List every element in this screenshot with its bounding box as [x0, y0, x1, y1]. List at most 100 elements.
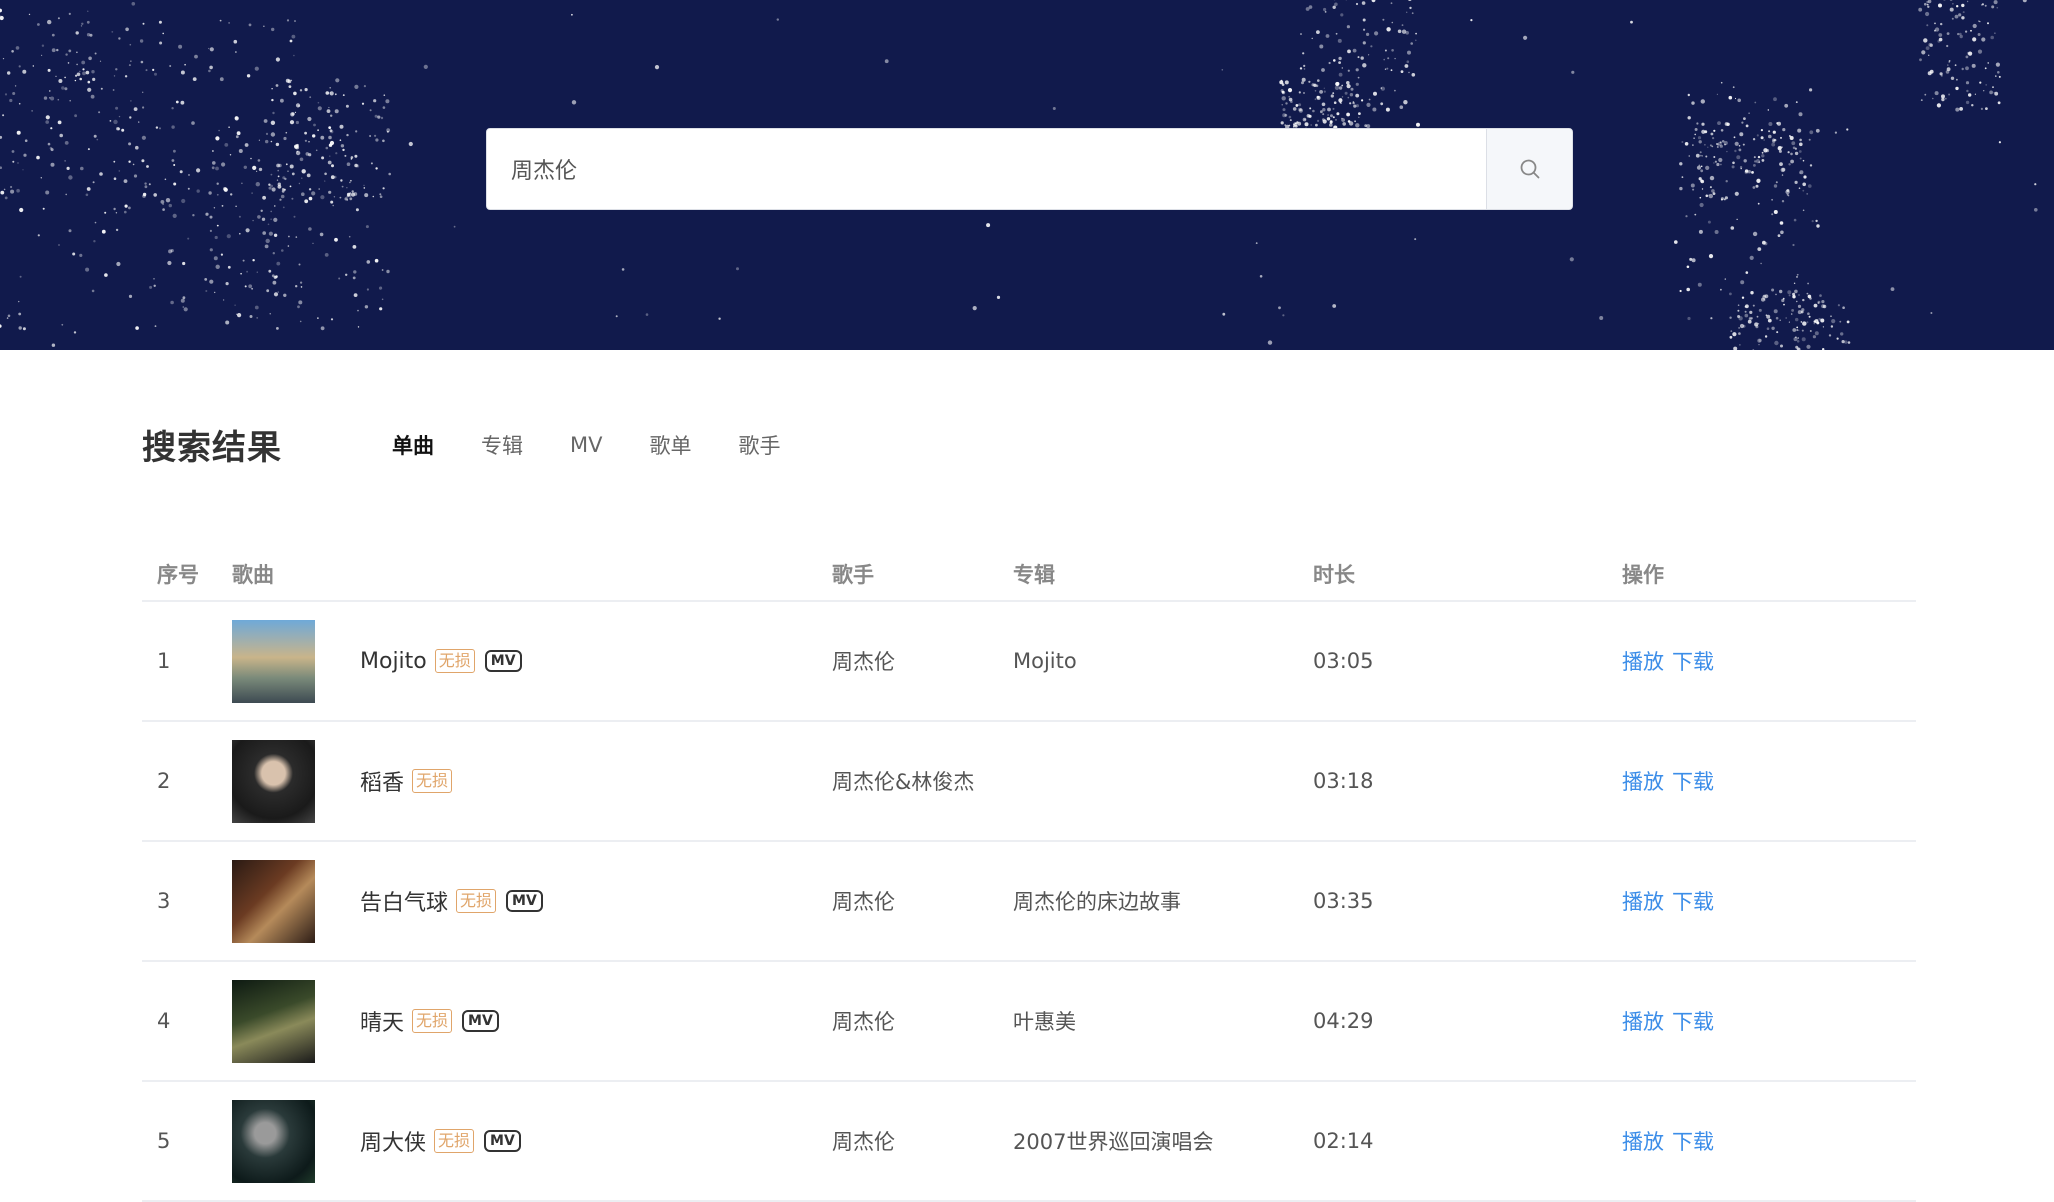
tab-playlists[interactable]: 歌单: [649, 430, 691, 460]
star-dot: [224, 143, 228, 147]
row-singer[interactable]: 周杰伦: [832, 1126, 1013, 1156]
star-dot: [1928, 55, 1929, 56]
play-link[interactable]: 播放: [1622, 1130, 1664, 1154]
mv-badge[interactable]: MV: [462, 1010, 499, 1032]
star-dot: [1732, 162, 1735, 165]
star-dot: [1339, 73, 1343, 77]
table-row[interactable]: 5 周大侠 无损 MV 周杰伦 2007世界巡回演唱会 02:14 播放下载: [142, 1082, 1916, 1202]
star-dot: [1732, 332, 1736, 336]
tab-mv[interactable]: MV: [570, 433, 602, 457]
download-link[interactable]: 下载: [1672, 770, 1714, 794]
star-dot: [335, 78, 339, 82]
lossless-badge: 无损: [412, 1009, 452, 1033]
play-link[interactable]: 播放: [1622, 770, 1664, 794]
star-dot: [153, 278, 155, 280]
row-album[interactable]: 周杰伦的床边故事: [1013, 886, 1313, 916]
star-dot: [1699, 230, 1703, 234]
play-link[interactable]: 播放: [1622, 1010, 1664, 1034]
star-dot: [1972, 64, 1976, 68]
search-button[interactable]: [1486, 129, 1572, 209]
star-dot: [371, 162, 373, 164]
download-link[interactable]: 下载: [1672, 890, 1714, 914]
star-dot: [1302, 52, 1304, 54]
song-title[interactable]: 告白气球: [360, 885, 448, 917]
star-dot: [318, 188, 320, 190]
mv-badge[interactable]: MV: [484, 1130, 521, 1152]
star-dot: [1788, 151, 1790, 153]
star-dot: [367, 288, 369, 290]
star-dot: [1334, 101, 1337, 104]
mv-badge[interactable]: MV: [506, 890, 543, 912]
star-dot: [1999, 141, 2001, 143]
star-dot: [1739, 149, 1742, 152]
mv-badge[interactable]: MV: [485, 650, 522, 672]
star-dot: [1802, 183, 1806, 187]
tab-albums[interactable]: 专辑: [481, 430, 523, 460]
star-dot: [192, 214, 194, 216]
row-album[interactable]: 叶惠美: [1013, 1006, 1313, 1036]
star-dot: [1803, 210, 1805, 212]
star-dot: [1307, 114, 1311, 118]
row-singer[interactable]: 周杰伦&林俊杰: [832, 766, 1013, 796]
album-cover[interactable]: [232, 980, 315, 1063]
song-title[interactable]: 周大侠: [360, 1125, 426, 1157]
star-dot: [58, 17, 60, 19]
album-cover[interactable]: [232, 860, 315, 943]
star-dot: [1688, 116, 1691, 119]
star-dot: [116, 229, 118, 231]
star-dot: [12, 92, 15, 95]
star-dot: [1771, 289, 1774, 292]
table-row[interactable]: 3 告白气球 无损 MV 周杰伦 周杰伦的床边故事 03:35 播放下载: [142, 842, 1916, 962]
header-ops: 操作: [1622, 559, 1916, 589]
download-link[interactable]: 下载: [1672, 1010, 1714, 1034]
star-dot: [278, 291, 279, 292]
star-dot: [1733, 347, 1737, 350]
row-song: 晴天 无损 MV: [232, 980, 832, 1063]
row-singer[interactable]: 周杰伦: [832, 1006, 1013, 1036]
download-link[interactable]: 下载: [1672, 1130, 1714, 1154]
star-dot: [104, 212, 106, 214]
star-dot: [228, 126, 230, 128]
star-dot: [235, 116, 238, 119]
star-dot: [1260, 275, 1263, 278]
row-album[interactable]: Mojito: [1013, 649, 1313, 673]
album-cover[interactable]: [232, 620, 315, 703]
row-singer[interactable]: 周杰伦: [832, 646, 1013, 676]
star-dot: [1768, 109, 1769, 110]
star-dot: [1710, 176, 1714, 180]
star-dot: [125, 205, 128, 208]
star-dot: [181, 101, 185, 105]
table-row[interactable]: 1 Mojito 无损 MV 周杰伦 Mojito 03:05 播放下载: [142, 602, 1916, 722]
star-dot: [1391, 2, 1393, 4]
star-dot: [1927, 4, 1929, 6]
star-dot: [1798, 305, 1801, 308]
table-row[interactable]: 4 晴天 无损 MV 周杰伦 叶惠美 04:29 播放下载: [142, 962, 1916, 1082]
star-dot: [225, 321, 229, 325]
star-dot: [20, 276, 22, 278]
star-dot: [212, 150, 214, 152]
star-dot: [1830, 315, 1832, 317]
download-link[interactable]: 下载: [1672, 650, 1714, 674]
play-link[interactable]: 播放: [1622, 650, 1664, 674]
album-cover[interactable]: [232, 740, 315, 823]
row-singer[interactable]: 周杰伦: [832, 886, 1013, 916]
star-dot: [263, 26, 264, 27]
star-dot: [1721, 82, 1723, 84]
song-title[interactable]: 晴天: [360, 1005, 404, 1037]
star-dot: [1768, 130, 1770, 132]
star-dot: [15, 85, 16, 86]
star-dot: [307, 117, 311, 121]
search-input[interactable]: [487, 129, 1486, 209]
row-album[interactable]: 2007世界巡回演唱会: [1013, 1126, 1313, 1156]
table-row[interactable]: 2 稻香 无损 周杰伦&林俊杰 03:18 播放下载: [142, 722, 1916, 842]
star-dot: [1695, 128, 1698, 131]
song-title[interactable]: Mojito: [360, 649, 427, 674]
tab-singers[interactable]: 歌手: [738, 430, 780, 460]
album-cover[interactable]: [232, 1100, 315, 1183]
play-link[interactable]: 播放: [1622, 890, 1664, 914]
header-song: 歌曲: [232, 559, 832, 589]
song-title[interactable]: 稻香: [360, 765, 404, 797]
star-dot: [296, 151, 298, 153]
tab-singles[interactable]: 单曲: [392, 430, 434, 460]
star-dot: [1686, 288, 1690, 292]
